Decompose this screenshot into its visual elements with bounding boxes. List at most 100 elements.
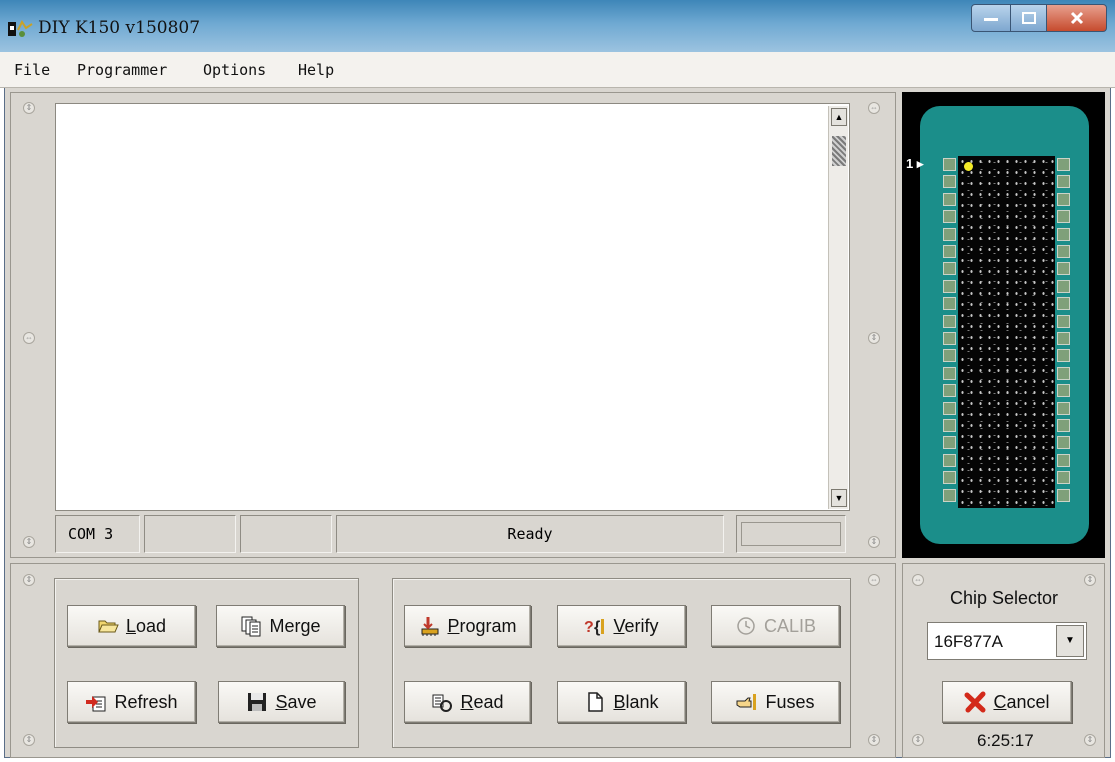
chip-pin — [943, 158, 956, 171]
menu-bar: File Programmer Options Help — [0, 52, 1115, 88]
chip-pin — [1057, 192, 1070, 206]
clock-icon — [737, 617, 755, 635]
splitter-grip[interactable]: ⇕ — [1084, 734, 1096, 746]
chip-pin — [943, 175, 956, 189]
merge-button[interactable]: Merge — [216, 605, 345, 647]
splitter-grip[interactable]: ⇕ — [23, 734, 35, 746]
chip-pin — [1057, 366, 1070, 380]
log-textarea[interactable] — [55, 103, 850, 511]
chip-pin — [1057, 227, 1070, 241]
chip-pin — [943, 279, 956, 293]
save-button[interactable]: Save — [218, 681, 345, 723]
maximize-icon — [1021, 12, 1036, 24]
chip-pin — [1057, 401, 1070, 415]
chip-pin — [943, 314, 956, 328]
splitter-grip[interactable]: ⇕ — [23, 574, 35, 586]
chip-pin — [1057, 158, 1070, 171]
splitter-grip[interactable]: ⇕ — [912, 734, 924, 746]
scroll-up-arrow-icon[interactable]: ▲ — [831, 108, 847, 126]
chip-pin — [943, 349, 956, 363]
chip-pin — [943, 332, 956, 345]
close-icon — [1070, 11, 1083, 25]
chip-pin — [1057, 314, 1070, 328]
status-pane — [144, 515, 236, 553]
merge-docs-icon — [241, 616, 261, 637]
pin1-marker — [964, 162, 973, 171]
load-button[interactable]: Load — [67, 605, 196, 647]
svg-text:{: { — [594, 619, 600, 636]
chip-pin — [1057, 262, 1070, 276]
minimize-button[interactable] — [971, 4, 1011, 32]
chip-pin — [943, 401, 956, 415]
blank-button[interactable]: Blank — [557, 681, 686, 723]
window-title: DIY K150 v150807 — [38, 18, 201, 38]
folder-open-icon — [98, 620, 119, 633]
chip-selector-label: Chip Selector — [950, 588, 1059, 608]
log-scrollbar[interactable]: ▲ ▼ — [828, 106, 848, 509]
chip-selector-value: 16F877A — [934, 632, 1003, 651]
status-pane — [240, 515, 332, 553]
red-x-icon — [964, 691, 986, 713]
chip-pin — [1057, 297, 1070, 311]
chevron-down-icon[interactable]: ▼ — [1056, 625, 1084, 657]
minimize-icon — [984, 18, 998, 21]
refresh-button[interactable]: Refresh — [67, 681, 196, 723]
chip-pin — [1057, 488, 1070, 502]
scroll-down-arrow-icon[interactable]: ▼ — [831, 489, 847, 507]
refresh-arrow-icon — [86, 696, 106, 712]
menu-programmer[interactable]: Programmer — [77, 61, 167, 79]
read-chip-icon — [432, 694, 453, 712]
chip-pin — [1057, 279, 1070, 293]
blank-page-icon — [588, 692, 604, 712]
chip-pin — [943, 262, 956, 276]
svg-text:?: ? — [584, 619, 594, 636]
chip-pin — [1057, 210, 1070, 224]
chip-pin — [943, 227, 956, 241]
chip-pin — [1057, 384, 1070, 398]
chip-pin — [1057, 453, 1070, 467]
app-icon — [8, 20, 33, 37]
splitter-grip[interactable]: ⇔ — [868, 102, 880, 114]
splitter-grip[interactable]: ⇕ — [868, 536, 880, 548]
progress-bar — [741, 522, 841, 546]
calib-button[interactable]: CALIB — [711, 605, 840, 647]
splitter-grip[interactable]: ⇔ — [912, 574, 924, 586]
splitter-grip[interactable]: ⇔ — [23, 332, 35, 344]
splitter-grip[interactable]: ⇕ — [868, 332, 880, 344]
read-button[interactable]: Read — [404, 681, 531, 723]
chip-body — [958, 156, 1055, 508]
chip-selector-dropdown[interactable]: 16F877A ▼ — [927, 622, 1087, 660]
status-progress-pane — [736, 515, 846, 553]
chip-pin — [943, 192, 956, 206]
program-chip-icon — [421, 617, 439, 636]
close-button[interactable] — [1047, 4, 1107, 32]
chip-pin — [943, 471, 956, 485]
pin1-label: 1 ▸ — [906, 156, 924, 171]
status-com-port: COM 3 — [55, 515, 140, 553]
chip-pin — [943, 297, 956, 311]
program-button[interactable]: Program — [404, 605, 531, 647]
menu-options[interactable]: Options — [203, 61, 266, 79]
chip-pin — [1057, 419, 1070, 432]
cancel-button[interactable]: Cancel — [942, 681, 1072, 723]
maximize-button[interactable] — [1011, 4, 1047, 32]
chip-pin — [1057, 436, 1070, 450]
clock-display: 6:25:17 — [977, 731, 1034, 750]
menu-help[interactable]: Help — [298, 61, 334, 79]
menu-file[interactable]: File — [14, 61, 50, 79]
chip-pin — [943, 384, 956, 398]
splitter-grip[interactable]: ⇕ — [23, 102, 35, 114]
scroll-thumb[interactable] — [832, 136, 846, 166]
verify-icon: ? { — [584, 619, 605, 636]
splitter-grip[interactable]: ⇕ — [1084, 574, 1096, 586]
verify-button[interactable]: ? { Verify — [557, 605, 686, 647]
splitter-grip[interactable]: ⇕ — [23, 536, 35, 548]
fuses-button[interactable]: Fuses — [711, 681, 840, 723]
splitter-grip[interactable]: ⇕ — [868, 734, 880, 746]
splitter-grip[interactable]: ⇔ — [868, 574, 880, 586]
fuses-hand-icon — [736, 694, 757, 710]
title-bar[interactable]: DIY K150 v150807 — [0, 0, 1115, 52]
chip-pin — [943, 453, 956, 467]
chip-pin — [943, 210, 956, 224]
chip-pin — [943, 419, 956, 432]
